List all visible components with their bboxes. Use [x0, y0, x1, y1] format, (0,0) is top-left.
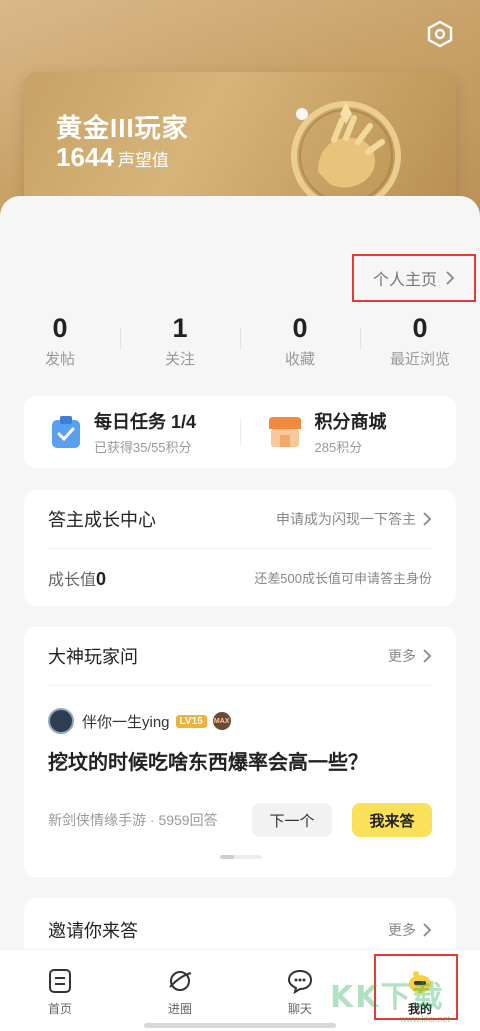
profile-stats: 0 发帖 1 关注 0 收藏 0 最近浏览	[0, 310, 480, 380]
stat-value: 0	[52, 313, 68, 343]
stat-value: 0	[292, 313, 308, 343]
growth-header[interactable]: 答主成长中心 申请成为闪现一下答主	[24, 490, 456, 548]
points-shop-entry[interactable]: 积分商城 285积分	[239, 412, 457, 455]
settings-hex-icon	[427, 20, 453, 48]
divider	[48, 685, 432, 686]
stat-label: 发帖	[44, 351, 75, 368]
home-icon	[49, 969, 71, 993]
clipboard-check-icon	[52, 416, 80, 448]
growth-note: 还差500成长值可申请答主身份	[254, 571, 432, 586]
apply-answerer-link[interactable]: 申请成为闪现一下答主	[276, 509, 432, 529]
answerer-growth-card: 答主成长中心 申请成为闪现一下答主 成长值0 还差500成长值可申请答主身份	[24, 490, 456, 606]
personal-homepage-link[interactable]: 个人主页	[352, 254, 476, 302]
daily-task-points: 已获得35/55积分	[94, 440, 192, 455]
carousel-indicator	[220, 855, 262, 859]
reputation-label: 声望值	[117, 151, 169, 170]
chevron-right-icon	[423, 923, 432, 937]
watermark-url: www.kkx.net	[400, 1014, 451, 1024]
questions-more-link[interactable]: 更多	[388, 646, 432, 666]
growth-value: 成长值0	[48, 568, 107, 589]
planet-icon	[169, 971, 192, 991]
stat-favorites[interactable]: 0 收藏	[240, 310, 360, 380]
home-indicator	[144, 1023, 336, 1028]
level-title: 黄金III玩家	[56, 113, 189, 143]
questions-header: 大神玩家问 更多	[24, 627, 456, 685]
tasks-card: 每日任务 1/4 已获得35/55积分 积分商城 285积分	[24, 396, 456, 468]
question-text[interactable]: 挖坟的时候吃啥东西爆率会高一些？	[24, 746, 456, 775]
personal-homepage-label: 个人主页	[372, 272, 437, 289]
question-footer: 新剑侠情缘手游 · 5959回答 下一个 我来答	[24, 803, 456, 837]
stat-label: 收藏	[284, 351, 315, 368]
tab-home[interactable]: 首页	[0, 950, 120, 1031]
growth-value-row: 成长值0 还差500成长值可申请答主身份	[24, 549, 456, 606]
tab-label: 首页	[47, 1002, 72, 1016]
more-label: 更多	[388, 648, 416, 664]
daily-task-entry[interactable]: 每日任务 1/4 已获得35/55积分	[24, 396, 240, 468]
settings-button[interactable]	[426, 20, 454, 48]
stat-following[interactable]: 1 关注	[120, 310, 240, 380]
stat-label: 关注	[164, 351, 195, 368]
chevron-right-icon	[423, 512, 432, 526]
level-badge: LV15	[175, 714, 207, 728]
apply-answerer-label: 申请成为闪现一下答主	[276, 511, 416, 527]
points-shop-balance: 285积分	[314, 440, 363, 455]
chevron-right-icon	[423, 649, 432, 663]
author-name: 伴你一生ying	[82, 713, 170, 731]
next-question-button[interactable]: 下一个	[252, 803, 332, 837]
gold-level-badge-icon	[291, 101, 401, 211]
stat-value: 0	[412, 313, 428, 343]
avatar[interactable]	[48, 708, 74, 734]
stat-value: 1	[172, 313, 188, 343]
more-label: 更多	[388, 922, 416, 938]
question-meta: 新剑侠情缘手游 · 5959回答	[48, 812, 218, 828]
tab-circles[interactable]: 进圈	[120, 950, 240, 1031]
stat-label: 最近浏览	[389, 351, 450, 368]
tab-label: 进圈	[167, 1002, 192, 1016]
reputation-score: 1644 声望值	[56, 142, 169, 172]
answer-button[interactable]: 我来答	[352, 803, 432, 837]
master-player-questions-card: 大神玩家问 更多 伴你一生ying LV15 MAX 挖坟的时候吃啥东西爆率会高…	[24, 627, 456, 877]
chat-icon	[287, 969, 313, 994]
stat-recent[interactable]: 0 最近浏览	[360, 310, 480, 380]
chevron-right-icon	[446, 271, 455, 285]
daily-task-title: 每日任务 1/4	[94, 412, 197, 432]
max-badge-icon: MAX	[212, 712, 231, 730]
shop-stall-icon	[268, 417, 301, 447]
invite-more-link[interactable]: 更多	[388, 920, 432, 940]
watermark: KK下载	[330, 980, 445, 1015]
growth-title: 答主成长中心	[48, 510, 156, 530]
question-author[interactable]: 伴你一生ying LV15 MAX	[24, 708, 456, 734]
stat-posts[interactable]: 0 发帖	[0, 310, 120, 380]
invite-title: 邀请你来答	[48, 921, 138, 941]
points-shop-title: 积分商城	[314, 412, 387, 432]
tab-label: 聊天	[287, 1002, 312, 1016]
questions-title: 大神玩家问	[48, 647, 138, 667]
